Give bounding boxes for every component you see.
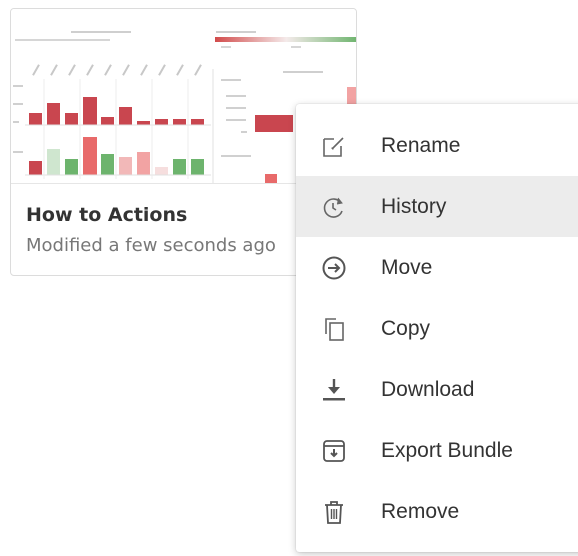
menu-item-copy[interactable]: Copy bbox=[296, 298, 578, 359]
rename-icon bbox=[320, 132, 348, 160]
card-subtitle: Modified a few seconds ago bbox=[26, 235, 276, 256]
menu-item-label: Move bbox=[381, 255, 433, 279]
menu-item-label: Download bbox=[381, 377, 475, 401]
menu-item-label: Remove bbox=[381, 499, 460, 523]
card-title: How to Actions bbox=[26, 204, 188, 226]
export-bundle-icon bbox=[320, 437, 348, 465]
copy-icon bbox=[320, 315, 348, 343]
trash-icon bbox=[320, 498, 348, 526]
menu-item-history[interactable]: History bbox=[296, 176, 578, 237]
context-menu: Rename History Move Copy Download Export… bbox=[296, 104, 578, 552]
menu-item-move[interactable]: Move bbox=[296, 237, 578, 298]
download-icon bbox=[320, 376, 348, 404]
menu-item-export-bundle[interactable]: Export Bundle bbox=[296, 420, 578, 481]
history-icon bbox=[320, 193, 348, 221]
menu-item-label: Copy bbox=[381, 316, 431, 340]
move-icon bbox=[320, 254, 348, 282]
menu-item-label: Rename bbox=[381, 133, 461, 157]
menu-item-label: History bbox=[381, 194, 447, 218]
menu-item-download[interactable]: Download bbox=[296, 359, 578, 420]
menu-item-rename[interactable]: Rename bbox=[296, 115, 578, 176]
menu-item-label: Export Bundle bbox=[381, 438, 513, 462]
menu-item-remove[interactable]: Remove bbox=[296, 481, 578, 542]
